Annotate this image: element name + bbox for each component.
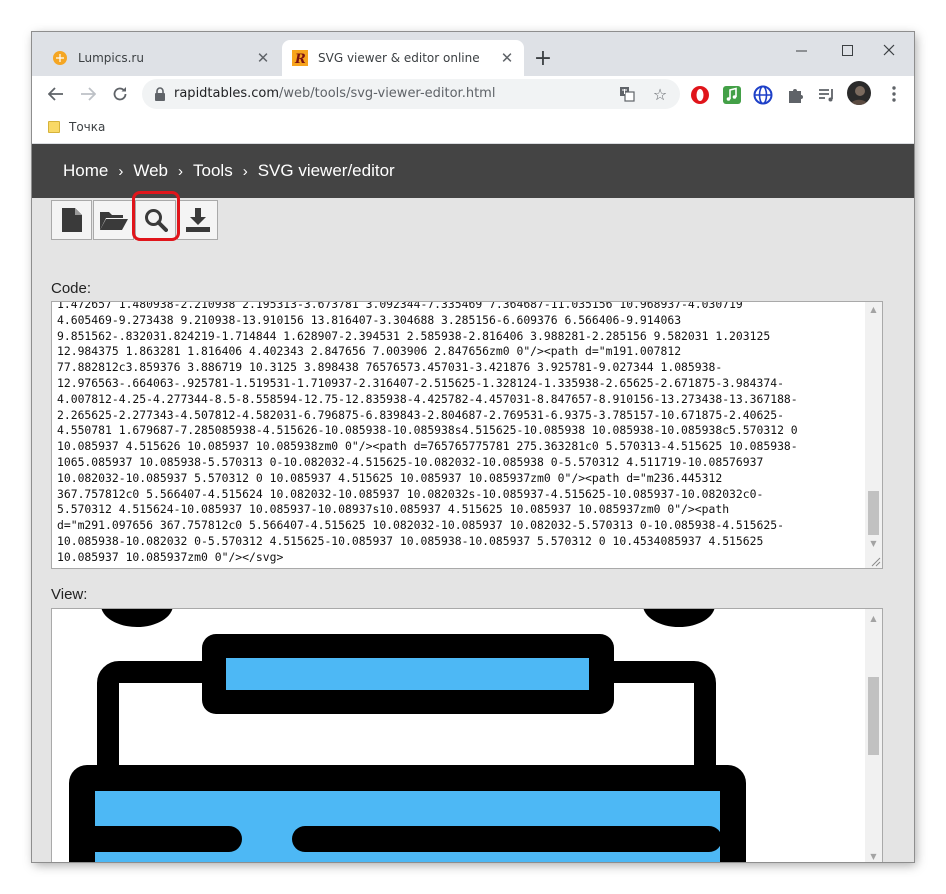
close-icon[interactable]: ✕ bbox=[252, 47, 274, 69]
minimize-icon bbox=[795, 50, 807, 51]
close-icon bbox=[883, 44, 895, 56]
folder-icon bbox=[48, 121, 60, 133]
resize-handle-icon[interactable] bbox=[871, 557, 881, 567]
highlight-frame bbox=[132, 191, 180, 241]
tab-title: Lumpics.ru bbox=[78, 51, 144, 65]
breadcrumb-home[interactable]: Home bbox=[63, 161, 108, 181]
tab-svg-viewer[interactable]: R SVG viewer & editor online ✕ bbox=[282, 40, 524, 76]
breadcrumb-separator: › bbox=[178, 162, 184, 180]
orange-circle-icon bbox=[53, 51, 67, 65]
breadcrumb-tools[interactable]: Tools bbox=[193, 161, 233, 181]
open-button[interactable] bbox=[93, 200, 134, 240]
new-tab-button[interactable]: + bbox=[530, 45, 556, 71]
breadcrumb-separator: › bbox=[242, 162, 248, 180]
scroll-thumb[interactable] bbox=[868, 677, 879, 755]
close-icon[interactable]: ✕ bbox=[496, 47, 518, 69]
svg-preview: ▲ ▼ bbox=[51, 608, 883, 862]
breadcrumb-web[interactable]: Web bbox=[133, 161, 168, 181]
tab-title: SVG viewer & editor online bbox=[318, 51, 480, 65]
star-icon[interactable]: ☆ bbox=[651, 85, 669, 104]
breadcrumb-separator: › bbox=[118, 162, 124, 180]
view-label: View: bbox=[51, 586, 88, 603]
browser-window: Lumpics.ru ✕ R SVG viewer & editor onlin… bbox=[32, 32, 914, 862]
close-window-button[interactable] bbox=[866, 36, 912, 64]
code-editor[interactable]: 1.472657 1.480938-2.210938 2.195313-3.67… bbox=[51, 301, 883, 569]
reload-button[interactable] bbox=[108, 82, 132, 106]
new-button[interactable] bbox=[51, 200, 92, 240]
back-button[interactable] bbox=[44, 82, 68, 106]
bookmark-label: Точка bbox=[69, 120, 106, 134]
scroll-thumb[interactable] bbox=[868, 491, 879, 535]
decor-shape bbox=[101, 609, 173, 627]
new-file-icon bbox=[61, 208, 82, 232]
open-folder-icon bbox=[99, 212, 128, 230]
scroll-down-icon[interactable]: ▼ bbox=[865, 849, 882, 862]
code-label: Code: bbox=[51, 280, 92, 297]
browser-toolbar: rapidtables.com/web/tools/svg-viewer-edi… bbox=[32, 76, 914, 112]
code-text[interactable]: 1.472657 1.480938-2.210938 2.195313-3.67… bbox=[57, 302, 862, 566]
url-path: /web/tools/svg-viewer-editor.html bbox=[279, 86, 496, 101]
download-button[interactable] bbox=[177, 200, 218, 240]
arrow-left-icon bbox=[48, 87, 63, 101]
printer-slot-right bbox=[292, 826, 722, 852]
arrow-right-icon bbox=[81, 87, 96, 101]
download-icon bbox=[185, 208, 210, 232]
more-vert-icon bbox=[892, 86, 896, 102]
bookmarks-bar: Точка bbox=[32, 112, 914, 144]
bookmark-folder[interactable]: Точка bbox=[48, 120, 105, 134]
menu-button[interactable] bbox=[882, 82, 906, 106]
decor-shape bbox=[643, 609, 715, 627]
maximize-icon bbox=[841, 44, 853, 56]
playlist-icon[interactable] bbox=[817, 85, 837, 105]
reload-icon bbox=[113, 87, 127, 101]
code-scrollbar[interactable]: ▲ ▼ bbox=[865, 302, 882, 568]
breadcrumb: Home › Web › Tools › SVG viewer/editor bbox=[32, 144, 914, 198]
printer-top-panel bbox=[226, 658, 589, 690]
forward-button[interactable] bbox=[76, 82, 100, 106]
printer-slot-left bbox=[77, 826, 242, 852]
profile-icon bbox=[850, 86, 868, 105]
svg-text:R: R bbox=[294, 52, 306, 66]
minimize-button[interactable] bbox=[778, 36, 824, 64]
translate-icon[interactable] bbox=[618, 85, 636, 103]
address-bar[interactable]: rapidtables.com/web/tools/svg-viewer-edi… bbox=[142, 79, 680, 109]
maximize-button[interactable] bbox=[824, 36, 870, 64]
page-content: Home › Web › Tools › SVG viewer/editor C… bbox=[32, 144, 914, 862]
printer-illustration bbox=[69, 609, 746, 862]
puzzle-icon[interactable] bbox=[786, 85, 806, 105]
scroll-up-icon[interactable]: ▲ bbox=[865, 611, 882, 626]
globe-icon[interactable] bbox=[753, 85, 773, 105]
url-text: rapidtables.com/web/tools/svg-viewer-edi… bbox=[174, 86, 495, 101]
avatar[interactable] bbox=[847, 81, 871, 105]
opera-icon[interactable] bbox=[690, 85, 710, 105]
scroll-up-icon[interactable]: ▲ bbox=[865, 302, 882, 317]
lock-icon bbox=[155, 87, 165, 101]
url-host: rapidtables.com bbox=[174, 86, 280, 101]
r-logo-icon: R bbox=[292, 50, 308, 66]
scroll-down-icon[interactable]: ▼ bbox=[865, 536, 882, 551]
tab-lumpics[interactable]: Lumpics.ru ✕ bbox=[42, 40, 280, 76]
music-note-icon[interactable] bbox=[722, 85, 742, 105]
view-scrollbar[interactable]: ▲ ▼ bbox=[865, 609, 882, 862]
breadcrumb-current: SVG viewer/editor bbox=[257, 161, 395, 180]
